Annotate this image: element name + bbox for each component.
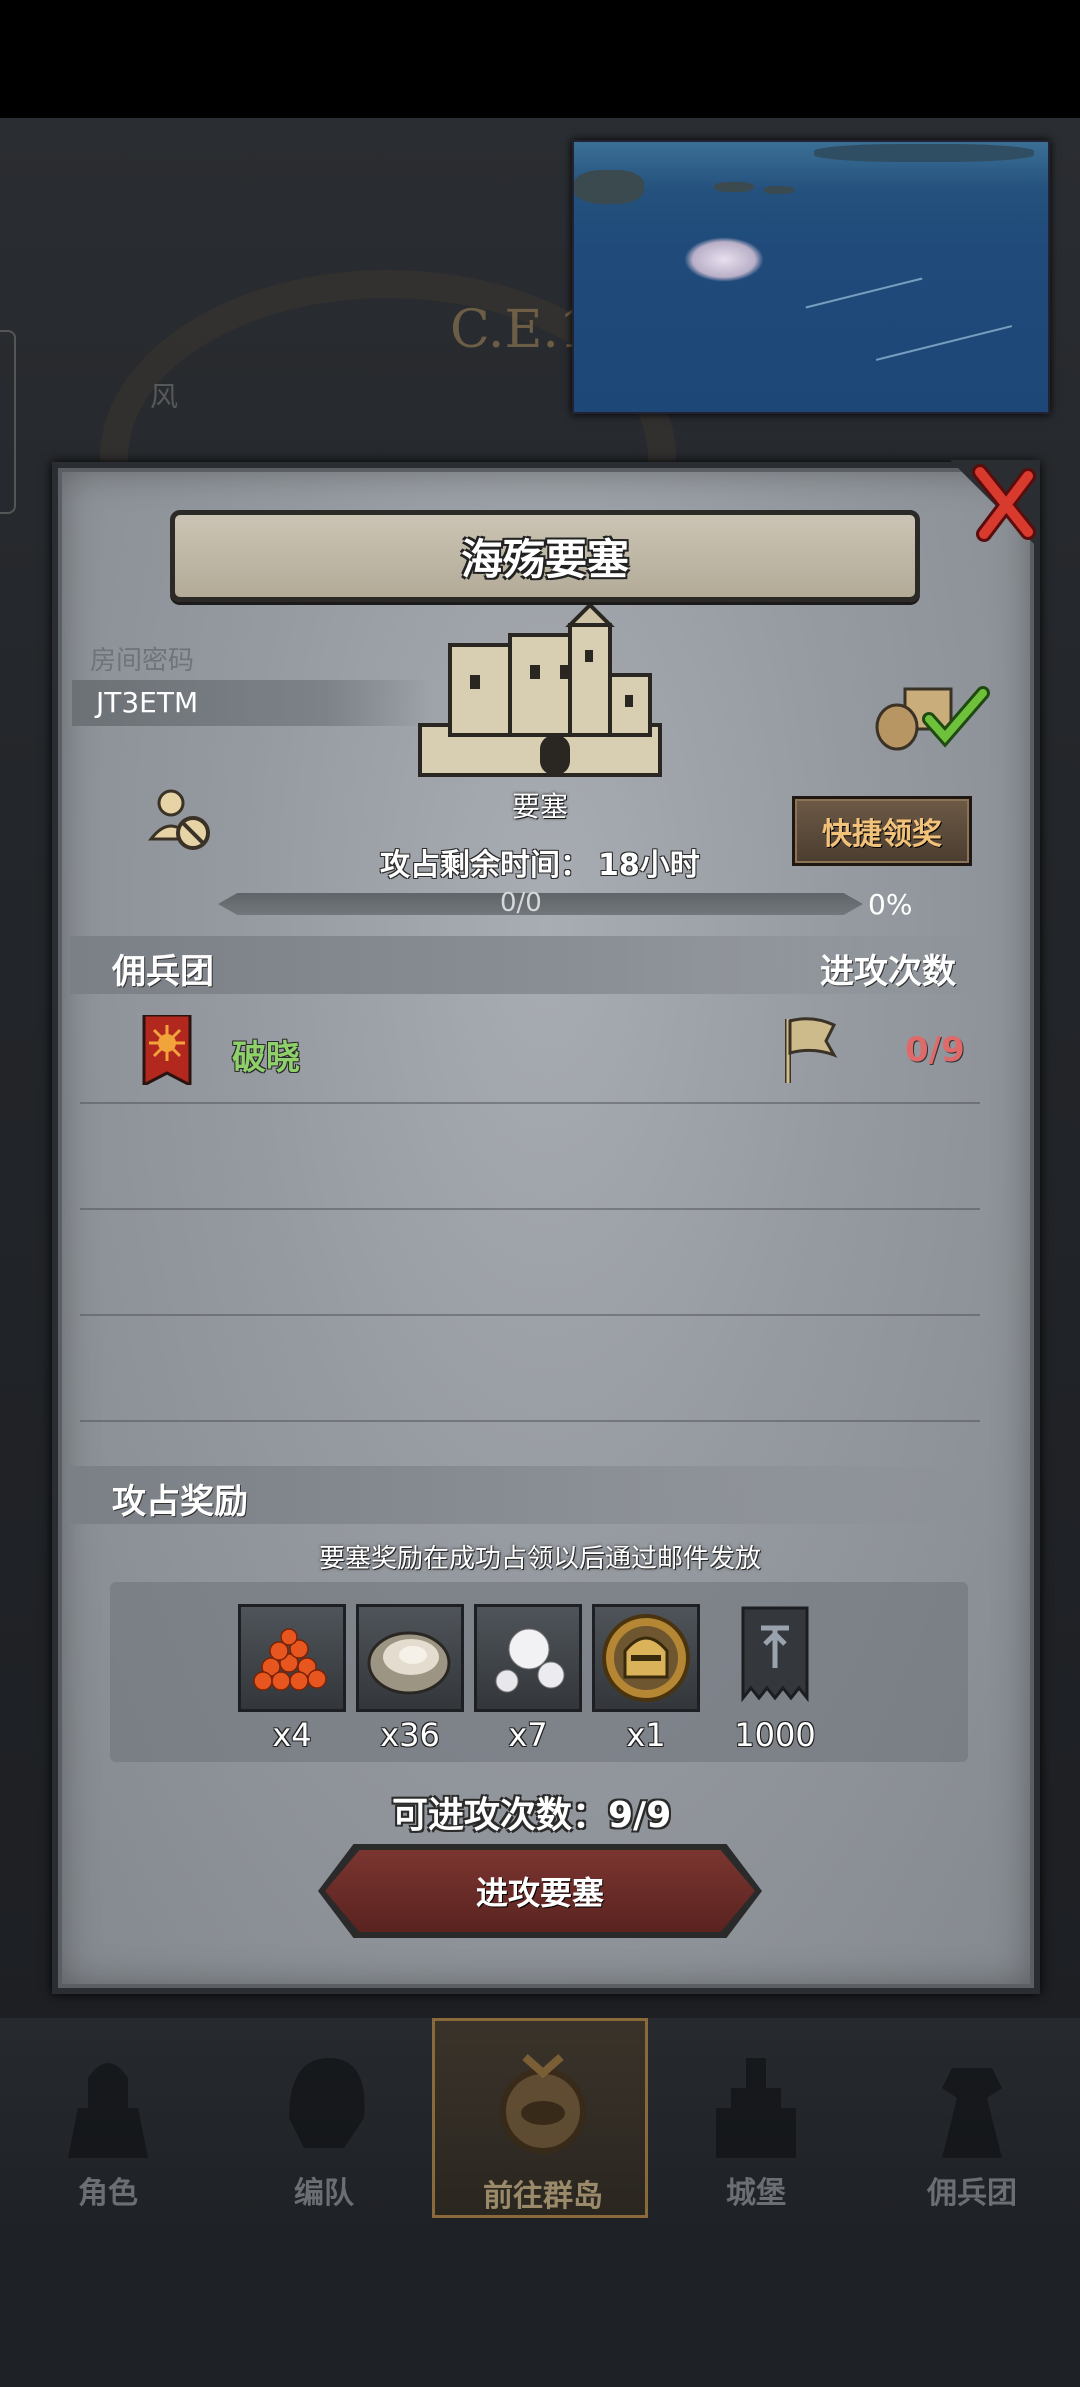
castle-icon [716, 2058, 796, 2158]
nav-label: 城堡 [726, 2176, 786, 2211]
progress-percent: 0% [868, 888, 913, 921]
nav-item-mercenary[interactable]: 佣兵团 [864, 2018, 1080, 2218]
nav-item-formation[interactable]: 编队 [216, 2018, 432, 2218]
attack-button-label: 进攻要塞 [475, 1874, 604, 1912]
reward-list: x4 x36 x7 x1 1000 [110, 1582, 968, 1762]
attempts-remaining: 可进攻次数：9/9 [392, 1795, 672, 1836]
row-divider [80, 1314, 980, 1316]
reward-note: 要塞奖励在成功占领以后通过邮件发放 [318, 1544, 761, 1574]
attack-fortress-button[interactable]: 进攻要塞 [325, 1850, 755, 1932]
room-code-label: 房间密码 [90, 646, 195, 676]
flag-icon [782, 1015, 838, 1085]
fish-roe-icon[interactable] [238, 1604, 346, 1712]
nav-label: 佣兵团 [927, 2176, 1017, 2211]
member-disabled-icon[interactable] [145, 785, 215, 855]
quick-claim-button[interactable]: 快捷领奖 [792, 796, 972, 866]
time-remaining-value: 18小时 [598, 848, 700, 883]
progress-text: 0/0 [500, 888, 542, 918]
loot-collected-icon[interactable] [875, 675, 995, 755]
room-code[interactable]: JT3ETM [96, 686, 198, 719]
knight-icon [68, 2063, 148, 2158]
time-remaining-label: 攻占剩余时间： [380, 848, 590, 883]
row-divider [80, 1420, 980, 1422]
nav-item-islands[interactable]: 前往群岛 [432, 2018, 648, 2218]
row-divider [80, 1102, 980, 1104]
oyster-icon[interactable] [356, 1604, 464, 1712]
reward-count: x1 [626, 1716, 666, 1754]
reward-count: 1000 [734, 1716, 816, 1754]
close-icon [950, 460, 1040, 550]
fortress-castle-icon [410, 602, 670, 785]
reward-section-header: 攻占奖励 [112, 1482, 248, 1522]
nav-item-character[interactable]: 角色 [0, 2018, 216, 2218]
minimap[interactable] [572, 140, 1050, 414]
guild-name[interactable]: 破晓 [232, 1030, 300, 1079]
bottom-nav: 角色 编队 前往群岛 城堡 佣兵团 [0, 2018, 1080, 2218]
reward-count: x4 [272, 1716, 312, 1754]
water-streak [875, 325, 1013, 361]
island-shape [714, 182, 754, 192]
reward-count: x7 [508, 1716, 548, 1754]
panel-title: 海殇要塞 [460, 534, 629, 584]
island-shape [574, 170, 644, 204]
mercenary-column-header: 佣兵团 [112, 952, 214, 992]
system-nav-area [0, 2218, 1080, 2387]
helmet-icon [289, 2058, 365, 2148]
nav-label: 编队 [294, 2176, 354, 2211]
attack-count-column-header: 进攻次数 [820, 952, 956, 992]
helmet-coin-icon[interactable] [592, 1604, 700, 1712]
mercenary-icon [942, 2068, 1002, 2158]
guild-attack-count: 0/9 [905, 1030, 965, 1070]
row-divider [80, 1208, 980, 1210]
title-plate: 海殇要塞 [170, 510, 920, 602]
water-streak [805, 277, 923, 309]
fortress-name: 要塞 [511, 790, 568, 823]
guild-emblem-icon [142, 1013, 192, 1088]
reward-count: x36 [380, 1716, 440, 1754]
ship-sprite [684, 237, 764, 282]
nav-label: 角色 [78, 2176, 138, 2211]
background-side-text: 风 [150, 380, 179, 413]
banner-point-icon[interactable] [735, 1604, 815, 1712]
island-compass-icon [500, 2054, 586, 2154]
close-button[interactable] [950, 460, 1040, 550]
pearl-icon[interactable] [474, 1604, 582, 1712]
nav-item-castle[interactable]: 城堡 [648, 2018, 864, 2218]
island-shape [764, 186, 794, 194]
island-shape [814, 144, 1034, 162]
side-tab[interactable] [0, 330, 16, 514]
status-bar [0, 0, 1080, 118]
nav-label: 前往群岛 [483, 2179, 603, 2214]
